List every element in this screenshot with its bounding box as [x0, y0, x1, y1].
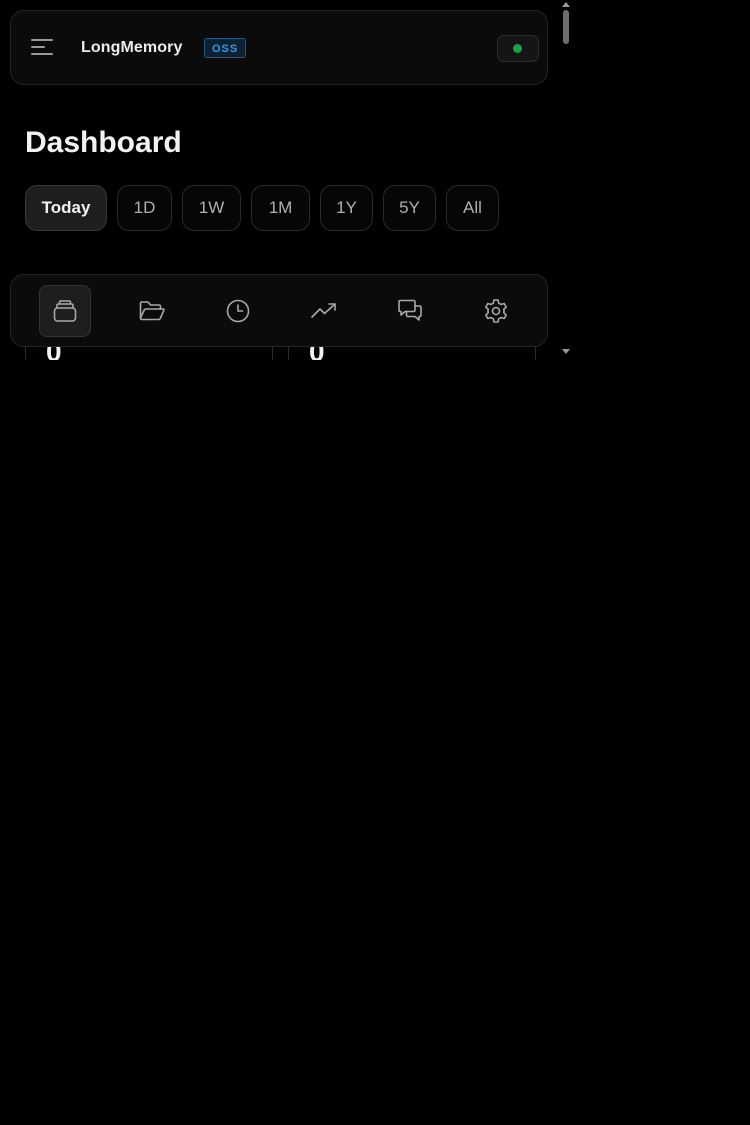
range-pill-all[interactable]: All — [446, 185, 499, 231]
clock-icon — [226, 299, 250, 323]
status-dot-icon — [513, 44, 522, 53]
nav-history-button[interactable] — [212, 285, 264, 337]
range-pill-1w[interactable]: 1W — [182, 185, 241, 231]
folder-open-icon — [139, 301, 165, 321]
nav-trends-button[interactable] — [298, 285, 350, 337]
range-pill-5y[interactable]: 5Y — [383, 185, 436, 231]
top-header: LongMemory OSS — [10, 10, 548, 85]
menu-line-2 — [31, 46, 45, 48]
scroll-viewport[interactable]: LongMemory OSS Dashboard Today 1D 1W 1M … — [0, 0, 575, 360]
range-pill-1m[interactable]: 1M — [251, 185, 310, 231]
chat-bubbles-icon — [398, 299, 422, 321]
nav-archive-button[interactable] — [39, 285, 91, 337]
nav-settings-button[interactable] — [470, 285, 522, 337]
scroll-thumb[interactable] — [563, 10, 569, 44]
archive-stack-icon — [53, 300, 77, 322]
nav-chat-button[interactable] — [384, 285, 436, 337]
scroll-down-arrow-icon[interactable] — [562, 349, 570, 354]
app-brand[interactable]: LongMemory — [81, 39, 182, 57]
menu-line-3 — [31, 53, 53, 55]
section-nav-bar — [10, 274, 548, 347]
page-title: Dashboard — [25, 126, 182, 159]
range-pill-1y[interactable]: 1Y — [320, 185, 373, 231]
gear-icon — [485, 299, 507, 323]
app-window: LongMemory OSS Dashboard Today 1D 1W 1M … — [0, 0, 750, 1125]
range-pill-today[interactable]: Today — [25, 185, 107, 231]
oss-badge: OSS — [204, 38, 247, 58]
vertical-scrollbar[interactable] — [558, 0, 574, 360]
connection-status-button[interactable] — [497, 35, 539, 62]
nav-folders-button[interactable] — [126, 285, 178, 337]
hamburger-menu-icon[interactable] — [31, 37, 57, 59]
menu-line-1 — [31, 39, 53, 41]
trending-up-icon — [311, 303, 336, 318]
scroll-up-arrow-icon[interactable] — [562, 2, 570, 7]
range-pill-1d[interactable]: 1D — [117, 185, 172, 231]
